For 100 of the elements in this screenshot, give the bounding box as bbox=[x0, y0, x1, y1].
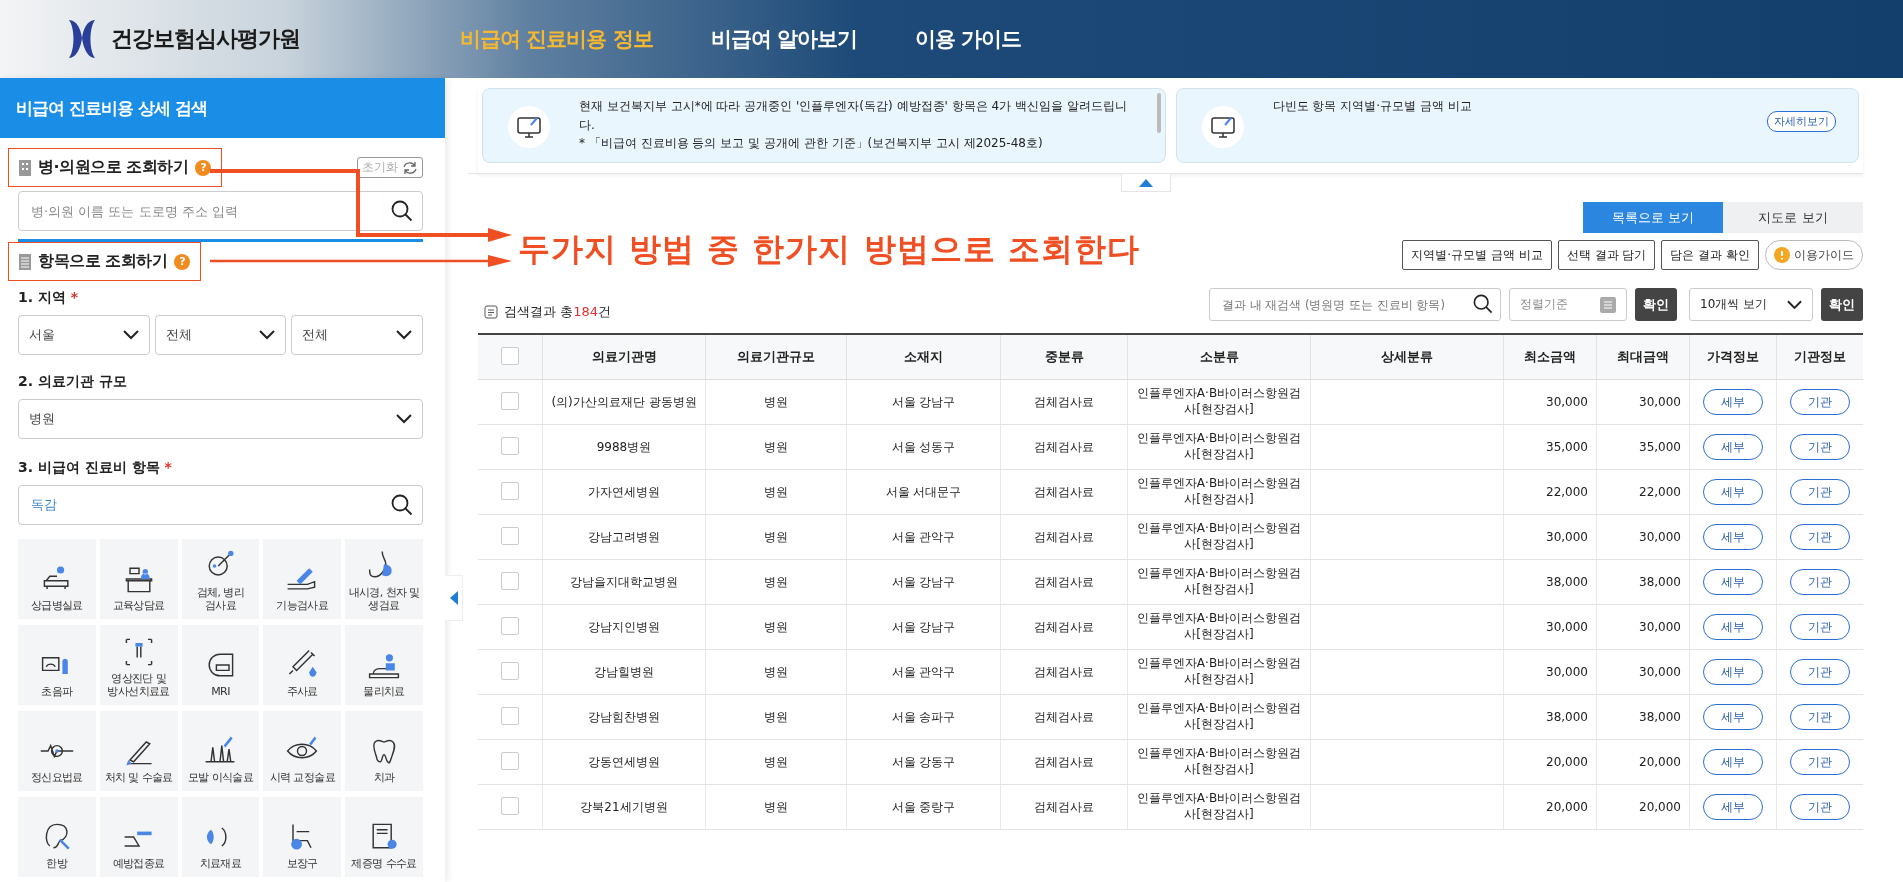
category-tile[interactable]: 시력 교정술료 bbox=[263, 711, 342, 791]
table-cell: 검체검사료 bbox=[1034, 709, 1095, 724]
table-cell: 서울 강남구 bbox=[891, 619, 956, 634]
category-tile[interactable]: 내시경, 천자 및 생검료 bbox=[345, 539, 423, 619]
table-cell: 병원 bbox=[763, 799, 788, 814]
nav-tab[interactable]: 비급여 알아보기 bbox=[710, 25, 857, 53]
institution-button[interactable]: 기관 bbox=[1790, 614, 1850, 640]
confirm-button[interactable]: 확인 bbox=[1635, 288, 1677, 321]
category-tile[interactable]: 검체, 병리 검사료 bbox=[181, 539, 260, 619]
size-select[interactable]: 병원 bbox=[18, 399, 423, 439]
details-button[interactable]: 세부 bbox=[1703, 524, 1763, 550]
category-tile[interactable]: 한방 bbox=[18, 797, 96, 877]
checkbox[interactable] bbox=[501, 616, 519, 635]
region-select[interactable]: 서울 bbox=[18, 315, 150, 355]
checkbox[interactable] bbox=[501, 751, 519, 770]
checkbox[interactable] bbox=[501, 481, 519, 500]
category-tile[interactable]: 처치 및 수술료 bbox=[99, 711, 178, 791]
category-tile[interactable]: 상급병실료 bbox=[18, 539, 96, 619]
search-icon[interactable] bbox=[1473, 294, 1493, 314]
region-select[interactable]: 전체 bbox=[291, 315, 423, 355]
search-field[interactable]: 병·의원 이름 또는 도로명 주소 입력 bbox=[18, 191, 423, 231]
table-cell: 35,000 bbox=[1546, 440, 1588, 454]
checkbox[interactable] bbox=[501, 346, 519, 365]
checkbox[interactable] bbox=[501, 526, 519, 545]
action-button[interactable]: 지역별·규모별 금액 비교 bbox=[1402, 240, 1552, 270]
search-field[interactable]: 결과 내 재검색 (병원명 또는 진료비 항목) bbox=[1209, 288, 1501, 321]
view-tab[interactable]: 지도로 보기 bbox=[1723, 202, 1863, 233]
details-button[interactable]: 세부 bbox=[1703, 704, 1763, 730]
details-button[interactable]: 세부 bbox=[1703, 479, 1763, 505]
field-label: 3. 비급여 진료비 항목 * bbox=[18, 459, 173, 477]
result-count: 검색결과 총184건 bbox=[504, 302, 611, 321]
institution-button[interactable]: 기관 bbox=[1790, 434, 1850, 460]
institution-button[interactable]: 기관 bbox=[1790, 659, 1850, 685]
institution-button[interactable]: 기관 bbox=[1790, 794, 1850, 820]
details-link[interactable]: 자세히보기 bbox=[1767, 111, 1836, 132]
checkbox[interactable] bbox=[501, 661, 519, 680]
category-tile[interactable]: 기능검사료 bbox=[263, 539, 342, 619]
category-tile[interactable]: 교육상담료 bbox=[99, 539, 178, 619]
category-tile[interactable]: MRI bbox=[181, 625, 260, 705]
category-tile[interactable]: 영상진단 및 방사선치료료 bbox=[99, 625, 178, 705]
checkbox[interactable] bbox=[501, 706, 519, 725]
institution-button[interactable]: 기관 bbox=[1790, 389, 1850, 415]
action-button[interactable]: 선택 결과 담기 bbox=[1557, 240, 1656, 270]
institution-button[interactable]: 기관 bbox=[1790, 569, 1850, 595]
category-tile[interactable]: 물리치료 bbox=[345, 625, 423, 705]
view-tab[interactable]: 목록으로 보기 bbox=[1583, 202, 1723, 233]
details-button[interactable]: 세부 bbox=[1703, 434, 1763, 460]
search-icon[interactable] bbox=[391, 494, 413, 516]
category-tile[interactable]: 주사료 bbox=[263, 625, 342, 705]
category-tile[interactable]: 제증명 수수료 bbox=[345, 797, 423, 877]
table-cell: 인플루엔자A·B바이러스항원검사[현장검사] bbox=[1136, 611, 1302, 641]
table-cell: 검체검사료 bbox=[1034, 799, 1095, 814]
institution-button[interactable]: 기관 bbox=[1790, 479, 1850, 505]
table-cell: 인플루엔자A·B바이러스항원검사[현장검사] bbox=[1136, 521, 1302, 551]
category-tile[interactable]: 초음파 bbox=[18, 625, 96, 705]
collapse-tab[interactable] bbox=[445, 575, 463, 621]
table-cell: 검체검사료 bbox=[1034, 574, 1095, 589]
logo-text[interactable]: 건강보험심사평가원 bbox=[111, 24, 300, 54]
table-cell: 30,000 bbox=[1546, 530, 1588, 544]
institution-button[interactable]: 기관 bbox=[1790, 749, 1850, 775]
details-button[interactable]: 세부 bbox=[1703, 569, 1763, 595]
checkbox[interactable] bbox=[501, 391, 519, 410]
page-size-select[interactable]: 10개씩 보기 bbox=[1689, 288, 1813, 321]
table-cell: 병원 bbox=[763, 484, 788, 499]
collapse-tab[interactable] bbox=[1120, 174, 1171, 192]
search-icon[interactable] bbox=[391, 200, 413, 222]
checkbox[interactable] bbox=[501, 796, 519, 815]
category-tile[interactable]: 예방접종료 bbox=[99, 797, 178, 877]
category-tile[interactable]: 치과 bbox=[345, 711, 423, 791]
table-cell: 강북21세기병원 bbox=[580, 799, 668, 814]
info-icon bbox=[1774, 247, 1790, 263]
action-button[interactable]: 담은 결과 확인 bbox=[1661, 240, 1759, 270]
guide-button[interactable]: 이용가이드 bbox=[1765, 240, 1863, 270]
details-button[interactable]: 세부 bbox=[1703, 794, 1763, 820]
table-cell: 30,000 bbox=[1639, 620, 1681, 634]
details-button[interactable]: 세부 bbox=[1703, 614, 1763, 640]
table-cell: 병원 bbox=[763, 574, 788, 589]
category-tile[interactable]: 정신요법료 bbox=[18, 711, 96, 791]
sidebar-title: 비급여 진료비용 상세 검색 bbox=[0, 78, 445, 138]
table-cell: 38,000 bbox=[1639, 575, 1681, 589]
nav-tab[interactable]: 이용 가이드 bbox=[914, 25, 1022, 53]
institution-button[interactable]: 기관 bbox=[1790, 524, 1850, 550]
details-button[interactable]: 세부 bbox=[1703, 659, 1763, 685]
table-cell: 인플루엔자A·B바이러스항원검사[현장검사] bbox=[1136, 701, 1302, 731]
sort-select[interactable]: 정렬기준 bbox=[1509, 288, 1627, 321]
region-select[interactable]: 전체 bbox=[154, 315, 287, 355]
refresh-icon bbox=[402, 159, 418, 176]
item-search-field[interactable]: 독감 bbox=[18, 485, 423, 525]
details-button[interactable]: 세부 bbox=[1703, 749, 1763, 775]
confirm-button[interactable]: 확인 bbox=[1821, 288, 1863, 321]
details-button[interactable]: 세부 bbox=[1703, 389, 1763, 415]
category-tile[interactable]: 보장구 bbox=[263, 797, 342, 877]
checkbox[interactable] bbox=[501, 436, 519, 455]
table-cell: 서울 관악구 bbox=[891, 529, 956, 544]
institution-button[interactable]: 기관 bbox=[1790, 704, 1850, 730]
category-tile[interactable]: 치료재료 bbox=[181, 797, 260, 877]
category-tile[interactable]: 모발 이식술료 bbox=[181, 711, 260, 791]
checkbox[interactable] bbox=[501, 571, 519, 590]
table-cell: 강남힘찬병원 bbox=[588, 709, 660, 724]
monitor-icon bbox=[1200, 105, 1245, 149]
